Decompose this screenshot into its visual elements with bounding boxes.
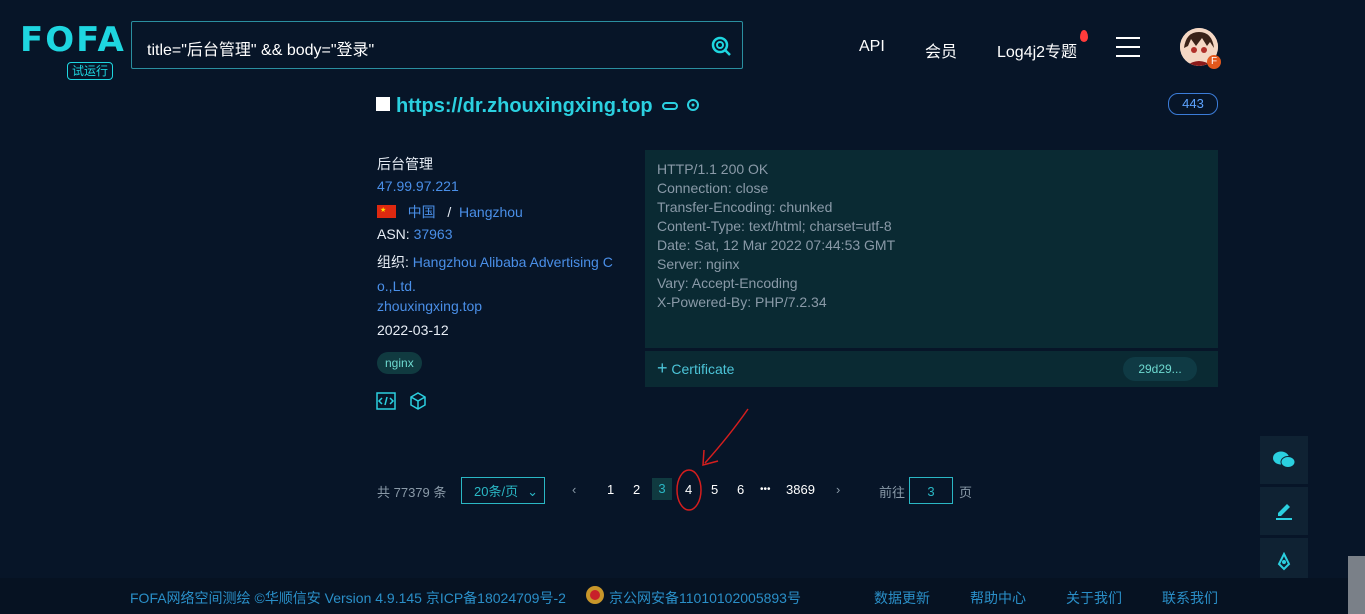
page-6[interactable]: 6 xyxy=(737,482,744,497)
result-ip[interactable]: 47.99.97.221 xyxy=(377,178,459,194)
next-page-icon[interactable]: › xyxy=(836,482,840,497)
avatar-badge-icon: F xyxy=(1207,55,1221,69)
http-header-line: Transfer-Encoding: chunked xyxy=(657,199,833,215)
menu-icon[interactable] xyxy=(1116,37,1140,64)
org-label: 组织: xyxy=(377,254,409,270)
page-5[interactable]: 5 xyxy=(711,482,718,497)
result-location: ★ 中国 / Hangzhou xyxy=(377,202,523,222)
nav-member[interactable]: 会员 xyxy=(925,38,957,62)
http-header-line: Content-Type: text/html; charset=utf-8 xyxy=(657,218,892,234)
search-icon[interactable] xyxy=(710,35,732,57)
target-icon[interactable] xyxy=(686,98,700,112)
certificate-label: Certificate xyxy=(671,361,735,377)
plus-icon: + xyxy=(657,358,668,378)
asn-label: ASN: xyxy=(377,226,410,242)
certificate-toggle[interactable]: + Certificate xyxy=(657,358,735,378)
edit-feedback-button[interactable] xyxy=(1260,487,1308,535)
total-count: 共 77379 条 xyxy=(377,485,447,500)
org-value-2[interactable]: o.,Ltd. xyxy=(377,278,416,294)
footer-help[interactable]: 帮助中心 xyxy=(970,588,1026,608)
http-header-line: Connection: close xyxy=(657,180,769,196)
footer-data-update[interactable]: 数据更新 xyxy=(874,588,930,608)
goto-page-input[interactable]: 3 xyxy=(909,477,953,504)
search-query[interactable]: title="后台管理" && body="登录" xyxy=(147,36,374,60)
page-size-value: 20条/页 xyxy=(474,484,519,499)
more-pages-icon[interactable]: ••• xyxy=(760,484,771,495)
cube-icon[interactable] xyxy=(409,392,427,410)
logo-text: FOFA xyxy=(20,20,126,60)
tag-nginx[interactable]: nginx xyxy=(377,352,422,374)
annotation-arrow-icon xyxy=(676,408,749,511)
http-header-line: Server: nginx xyxy=(657,256,740,272)
footer-police[interactable]: 京公网安备11010102005893号 xyxy=(609,588,801,608)
location-separator: / xyxy=(447,204,452,220)
goto-label: 前往 xyxy=(879,485,906,500)
logo-badge: 试运行 xyxy=(67,62,114,80)
link-icon[interactable] xyxy=(662,101,678,111)
page-2[interactable]: 2 xyxy=(633,482,640,497)
nav-api[interactable]: API xyxy=(859,38,885,56)
result-domain[interactable]: zhouxingxing.top xyxy=(377,298,482,314)
chevron-down-icon: ⌄ xyxy=(527,484,538,499)
goto-suffix: 页 xyxy=(959,485,973,500)
certificate-hash[interactable]: 29d29... xyxy=(1123,357,1197,381)
page-last[interactable]: 3869 xyxy=(786,482,815,497)
footer-copyright[interactable]: FOFA网络空间测绘 ©华顺信安 Version 4.9.145 京ICP备18… xyxy=(130,588,566,608)
http-header-line: X-Powered-By: PHP/7.2.34 xyxy=(657,294,827,310)
rocket-icon xyxy=(1277,552,1291,571)
china-flag-icon: ★ xyxy=(377,205,396,218)
scrollbar[interactable] xyxy=(1348,556,1365,614)
favicon-icon xyxy=(376,97,390,111)
asn-value[interactable]: 37963 xyxy=(414,226,453,242)
result-org: 组织: Hangzhou Alibaba Advertising C o.,Lt… xyxy=(377,250,617,298)
page-4[interactable]: 4 xyxy=(685,482,692,497)
wechat-button[interactable] xyxy=(1260,436,1308,484)
result-url[interactable]: https://dr.zhouxingxing.top xyxy=(396,95,653,118)
nav-log4j2[interactable]: Log4j2专题 xyxy=(997,38,1077,62)
http-header-line: Vary: Accept-Encoding xyxy=(657,275,798,291)
port-badge[interactable]: 443 xyxy=(1168,93,1218,115)
edit-icon xyxy=(1276,504,1292,520)
result-title: 后台管理 xyxy=(377,156,433,172)
hot-icon xyxy=(1080,30,1088,42)
result-city[interactable]: Hangzhou xyxy=(459,204,523,220)
wechat-icon xyxy=(1273,451,1295,468)
result-date: 2022-03-12 xyxy=(377,322,449,338)
footer-contact[interactable]: 联系我们 xyxy=(1162,588,1218,608)
result-country[interactable]: 中国 xyxy=(408,204,436,220)
org-value-1[interactable]: Hangzhou Alibaba Advertising C xyxy=(413,254,613,270)
fofa-logo[interactable]: FOFA 试运行 xyxy=(20,20,126,80)
code-icon[interactable] xyxy=(376,392,396,410)
page-1[interactable]: 1 xyxy=(607,482,614,497)
http-header-line: HTTP/1.1 200 OK xyxy=(657,161,769,177)
result-asn: ASN: 37963 xyxy=(377,226,453,242)
prev-page-icon[interactable]: ‹ xyxy=(572,482,576,497)
police-badge-icon xyxy=(586,586,604,604)
http-header-line: Date: Sat, 12 Mar 2022 07:44:53 GMT xyxy=(657,237,896,253)
search-input[interactable]: title="后台管理" && body="登录" xyxy=(131,21,743,69)
footer-about[interactable]: 关于我们 xyxy=(1066,588,1122,608)
page-size-select[interactable]: 20条/页 ⌄ xyxy=(461,477,545,504)
page-3-current[interactable]: 3 xyxy=(652,478,672,500)
